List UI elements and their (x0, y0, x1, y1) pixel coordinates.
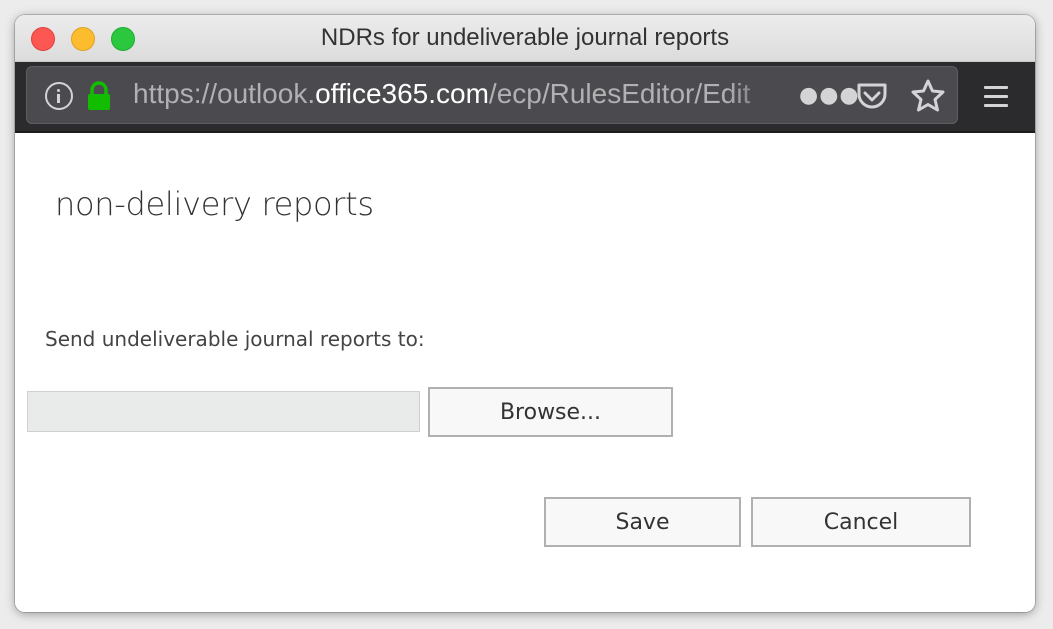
pocket-icon[interactable] (855, 79, 889, 113)
address-bar[interactable]: https://outlook.office365.com/ecp/RulesE… (26, 66, 958, 124)
url-path: /ecp/RulesEditor/Edit (488, 78, 751, 109)
recipient-label: Send undeliverable journal reports to: (45, 327, 425, 351)
star-icon[interactable] (910, 78, 946, 114)
page-title: non-delivery reports (55, 185, 374, 223)
browser-toolbar: https://outlook.office365.com/ecp/RulesE… (15, 62, 1035, 133)
page-content: non-delivery reports Send undeliverable … (15, 133, 1035, 612)
browser-window: NDRs for undeliverable journal reports h… (15, 15, 1035, 612)
title-bar[interactable]: NDRs for undeliverable journal reports (15, 15, 1035, 62)
save-button[interactable]: Save (544, 497, 741, 547)
info-icon[interactable] (45, 82, 73, 110)
url-prefix: https://outlook. (133, 78, 316, 109)
url-text[interactable]: https://outlook.office365.com/ecp/RulesE… (133, 78, 783, 110)
recipient-input[interactable] (27, 391, 420, 432)
url-fade (727, 67, 787, 123)
more-icon[interactable]: ●●● (799, 81, 859, 111)
window-title: NDRs for undeliverable journal reports (320, 24, 730, 51)
browse-button[interactable]: Browse... (428, 387, 673, 437)
url-domain: office365.com (315, 78, 489, 109)
cancel-button[interactable]: Cancel (751, 497, 971, 547)
menu-icon[interactable] (983, 84, 1009, 110)
lock-icon[interactable] (85, 81, 113, 111)
